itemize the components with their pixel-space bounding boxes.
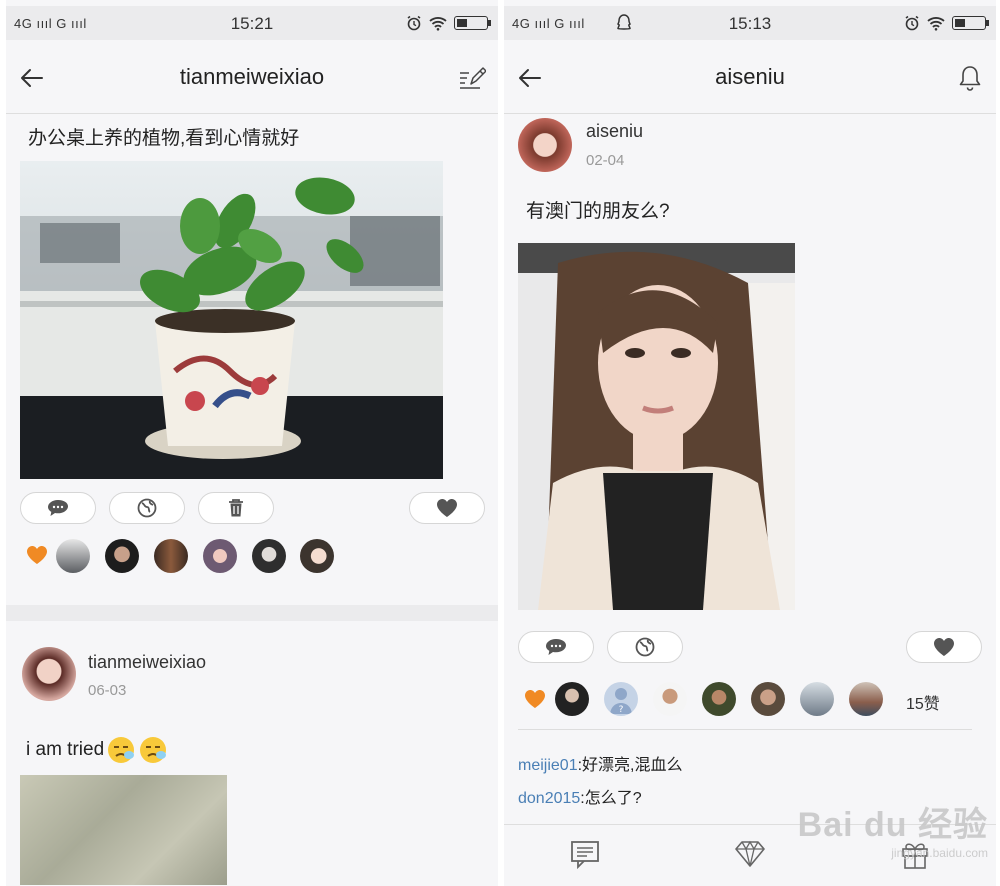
- edit-icon[interactable]: [458, 64, 486, 92]
- liked-heart-icon: [525, 690, 545, 708]
- post2-text-row: i am tried: [26, 735, 168, 765]
- liked-heart-icon: [27, 546, 47, 564]
- comment-icon: [546, 639, 566, 655]
- baidu-watermark: Bai du 经验 jingyan.baidu.com: [798, 797, 988, 860]
- bell-icon[interactable]: [956, 64, 984, 92]
- liker-avatar[interactable]: [56, 539, 90, 573]
- liker-avatar[interactable]: [800, 682, 834, 716]
- alarm-icon: [905, 15, 919, 31]
- globe-icon: [137, 498, 157, 518]
- trash-icon: [229, 499, 243, 517]
- status-bar: 4G ıııl G ıııl 15:21: [6, 6, 498, 40]
- comment-user[interactable]: meijie01: [518, 757, 578, 774]
- page-title: aiseniu: [715, 64, 785, 89]
- liker-avatar[interactable]: [555, 682, 589, 716]
- comments-divider: [518, 729, 972, 730]
- comment-text: :怎么了?: [580, 790, 642, 807]
- liker-avatar[interactable]: [849, 682, 883, 716]
- tired-emoji-icon: [140, 737, 167, 763]
- feed: 办公桌上养的植物,看到心情就好 tianmeiweixiao 06-03 i a…: [6, 115, 498, 886]
- like-button[interactable]: [906, 631, 982, 663]
- liker-avatar[interactable]: [702, 682, 736, 716]
- wifi-icon: [927, 17, 945, 31]
- share-button[interactable]: [109, 492, 185, 524]
- liker-avatar[interactable]: [154, 539, 188, 573]
- page-title: tianmeiweixiao: [179, 64, 325, 89]
- left-screen: 4G ıııl G ıııl 15:21 tianmeiweixiao 办公桌上…: [6, 0, 498, 886]
- post-photo[interactable]: [20, 161, 443, 479]
- comment-item: meijie01:好漂亮,混血么: [518, 751, 683, 775]
- post-text: 办公桌上养的植物,看到心情就好: [28, 128, 300, 149]
- wifi-icon: [429, 17, 447, 31]
- alarm-icon: [407, 15, 421, 31]
- share-button[interactable]: [607, 631, 683, 663]
- nav-bar: tianmeiweixiao: [6, 40, 498, 114]
- comment-item: don2015:怎么了?: [518, 784, 642, 808]
- status-icons: [406, 15, 491, 31]
- post-date: 02-04: [586, 152, 625, 169]
- comment-user[interactable]: don2015: [518, 790, 580, 807]
- comment-button[interactable]: [518, 631, 594, 663]
- liker-avatar[interactable]: [300, 539, 334, 573]
- battery-icon: [952, 16, 989, 30]
- status-bar: 4G ıııl G ıııl 15:13: [504, 6, 996, 40]
- liker-avatar[interactable]: [105, 539, 139, 573]
- liker-avatar[interactable]: [653, 682, 687, 716]
- back-arrow-icon[interactable]: [516, 64, 544, 92]
- globe-icon: [635, 637, 655, 657]
- like-count: 15赞: [906, 696, 940, 713]
- delete-button[interactable]: [198, 492, 274, 524]
- comment-button[interactable]: [20, 492, 96, 524]
- author-name[interactable]: aiseniu: [586, 121, 643, 142]
- liker-avatar[interactable]: [252, 539, 286, 573]
- comment-text: :好漂亮,混血么: [577, 757, 683, 774]
- author-avatar[interactable]: [518, 118, 572, 172]
- post-text: 有澳门的朋友么?: [526, 201, 670, 222]
- liker-avatar[interactable]: [203, 539, 237, 573]
- diamond-tab-icon[interactable]: [733, 837, 767, 871]
- nav-bar: aiseniu: [504, 40, 996, 114]
- watermark-url: jingyan.baidu.com: [891, 846, 988, 860]
- comment-icon: [48, 500, 68, 516]
- svg-text:?: ?: [619, 705, 624, 715]
- battery-icon: [454, 16, 491, 30]
- back-arrow-icon[interactable]: [18, 64, 46, 92]
- like-button[interactable]: [409, 492, 485, 524]
- watermark-logo: Bai du 经验: [797, 806, 988, 844]
- right-screen: 4G ıııl G ıııl 15:13 aiseniu aiseniu 02-…: [504, 0, 996, 886]
- post-detail: aiseniu 02-04 有澳门的朋友么? ? 15赞 meijie01:好漂…: [504, 115, 996, 886]
- liker-avatar[interactable]: [751, 682, 785, 716]
- liker-avatar-default[interactable]: ?: [604, 682, 638, 716]
- heart-icon: [934, 638, 954, 656]
- post2-text: i am tried: [26, 739, 105, 760]
- post2-photo[interactable]: [20, 775, 227, 885]
- post-photo[interactable]: [518, 243, 795, 610]
- author-name[interactable]: tianmeiweixiao: [88, 652, 206, 673]
- heart-icon: [437, 499, 457, 517]
- chat-tab-icon[interactable]: [568, 837, 602, 871]
- post-divider: [6, 605, 498, 621]
- status-icons: [904, 15, 989, 31]
- tired-emoji-icon: [108, 737, 135, 763]
- author-avatar[interactable]: [22, 647, 76, 701]
- post-date: 06-03: [88, 682, 127, 699]
